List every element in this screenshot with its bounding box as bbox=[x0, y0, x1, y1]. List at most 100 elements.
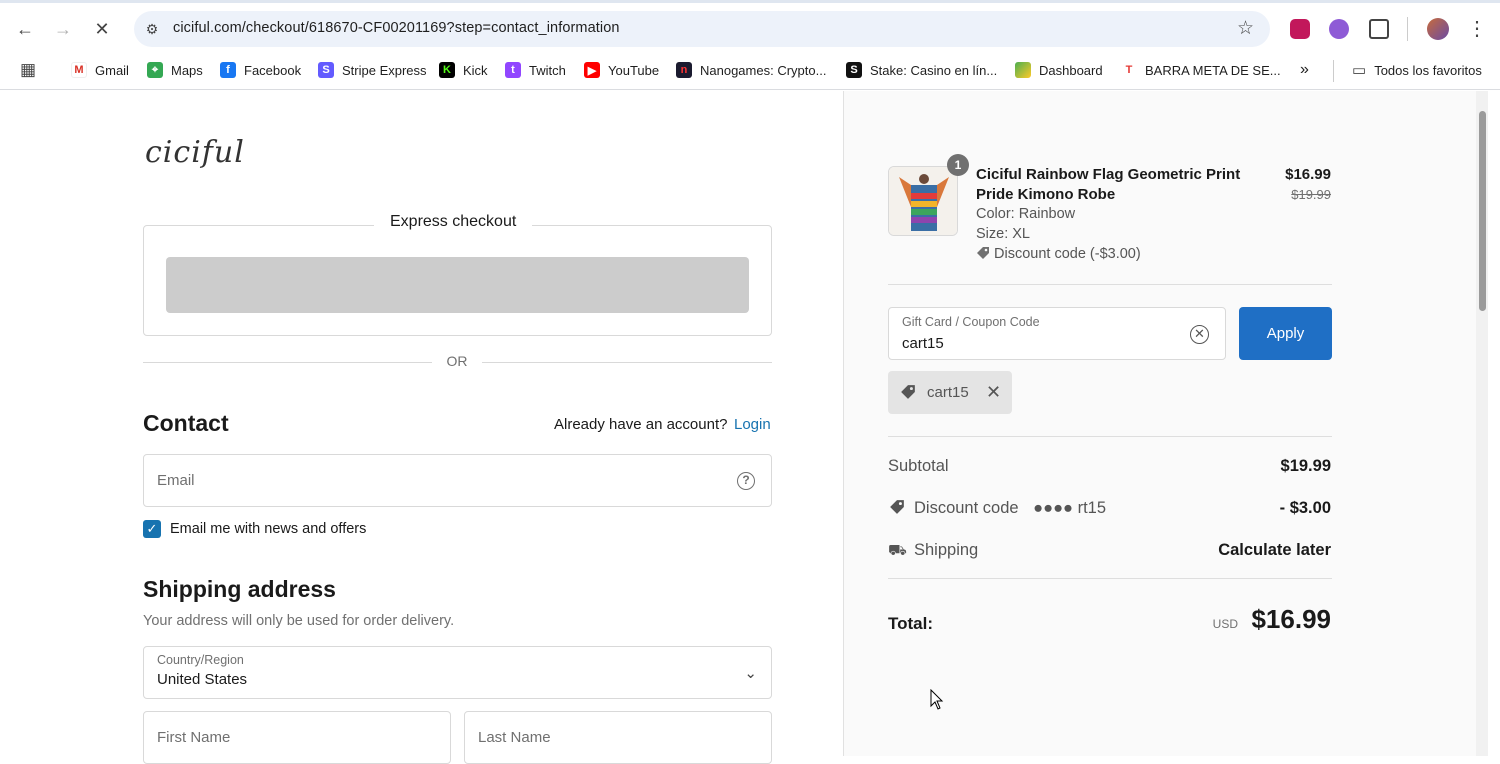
product-compare-price: $19.99 bbox=[1291, 187, 1331, 202]
bookmark-stripe-express[interactable]: S Stripe Express bbox=[318, 60, 427, 80]
tag-icon bbox=[890, 500, 904, 514]
shipping-heading: Shipping address bbox=[143, 576, 336, 602]
stop-loading-icon[interactable]: ✕ bbox=[90, 17, 114, 41]
quantity-badge: 1 bbox=[947, 154, 969, 176]
country-label: Country/Region bbox=[157, 653, 244, 667]
kick-icon: K bbox=[439, 62, 455, 78]
url-text[interactable]: ciciful.com/checkout/618670-CF00201169?s… bbox=[173, 20, 620, 36]
newsletter-label[interactable]: Email me with news and offers bbox=[170, 521, 366, 537]
shipping-label: Shipping bbox=[914, 541, 979, 559]
gmail-icon: M bbox=[71, 62, 87, 78]
address-bar[interactable]: ⚙ ciciful.com/checkout/618670-CF00201169… bbox=[134, 11, 1270, 47]
barra-meta-icon: T bbox=[1121, 62, 1137, 78]
dashboard-icon bbox=[1015, 62, 1031, 78]
total-currency: USD bbox=[1212, 617, 1238, 631]
maps-icon: ⌖ bbox=[147, 62, 163, 78]
divider bbox=[888, 284, 1332, 285]
bookmark-nanogames[interactable]: n Nanogames: Crypto... bbox=[676, 60, 826, 80]
product-color: Color: Rainbow bbox=[976, 206, 1076, 222]
scrollbar[interactable] bbox=[1476, 91, 1488, 756]
subtotal-value: $19.99 bbox=[1280, 457, 1331, 475]
discount-label: Discount code bbox=[914, 499, 1019, 517]
youtube-icon: ▶ bbox=[584, 62, 600, 78]
email-placeholder: Email bbox=[157, 472, 195, 489]
contact-heading: Contact bbox=[143, 410, 229, 436]
forward-icon[interactable]: → bbox=[51, 17, 75, 41]
email-field[interactable]: Email ? bbox=[143, 454, 772, 507]
bookmark-maps[interactable]: ⌖ Maps bbox=[147, 60, 203, 80]
apps-grid-icon[interactable]: ▦ bbox=[20, 60, 36, 80]
product-name: Ciciful Rainbow Flag Geometric Print Pri… bbox=[976, 166, 1241, 203]
product-thumbnail bbox=[888, 166, 958, 236]
shipping-value: Calculate later bbox=[1218, 541, 1331, 559]
stake-icon: S bbox=[846, 62, 862, 78]
coupon-chip-label: cart15 bbox=[927, 384, 969, 401]
shield-extension-icon[interactable] bbox=[1290, 19, 1310, 39]
country-value: United States bbox=[157, 671, 248, 688]
bookmark-kick[interactable]: K Kick bbox=[439, 60, 488, 80]
last-name-placeholder: Last Name bbox=[478, 729, 551, 746]
bookmark-youtube[interactable]: ▶ YouTube bbox=[584, 60, 659, 80]
bookmark-stake[interactable]: S Stake: Casino en lín... bbox=[846, 60, 997, 80]
first-name-field[interactable]: First Name bbox=[143, 711, 451, 764]
country-select[interactable]: Country/Region United States ⌄ bbox=[143, 646, 772, 699]
first-name-placeholder: First Name bbox=[157, 729, 231, 746]
product-size: Size: XL bbox=[976, 226, 1030, 242]
more-bookmarks-icon[interactable]: » bbox=[1300, 60, 1309, 80]
discount-row: Discount code ●●●● rt15 bbox=[888, 499, 1106, 518]
profile-avatar[interactable] bbox=[1427, 18, 1449, 40]
bookmark-dashboard[interactable]: Dashboard bbox=[1015, 60, 1103, 80]
have-account-text: Already have an account? bbox=[554, 416, 728, 433]
coupon-input[interactable]: Gift Card / Coupon Code cart15 ✕ bbox=[888, 307, 1226, 360]
bookmark-star-icon[interactable]: ☆ bbox=[1237, 17, 1254, 40]
bookmark-facebook[interactable]: f Facebook bbox=[220, 60, 301, 80]
tag-icon bbox=[977, 247, 989, 259]
apply-button[interactable]: Apply bbox=[1239, 307, 1332, 360]
clear-icon[interactable]: ✕ bbox=[1190, 325, 1209, 344]
bookmark-barra-meta[interactable]: T BARRA META DE SE... bbox=[1121, 60, 1281, 80]
discount-value: - $3.00 bbox=[1279, 499, 1331, 517]
site-info-icon[interactable]: ⚙ bbox=[142, 19, 162, 39]
product-image bbox=[889, 167, 957, 235]
coupon-value: cart15 bbox=[902, 335, 944, 352]
help-icon[interactable]: ? bbox=[737, 472, 755, 490]
checkout-page: ciciful Express checkout OR Contact Alre… bbox=[0, 91, 1500, 764]
extensions-puzzle-icon[interactable] bbox=[1369, 19, 1389, 39]
bookmark-gmail[interactable]: M Gmail bbox=[71, 60, 129, 80]
all-bookmarks[interactable]: ▭ Todos los favoritos bbox=[1352, 60, 1482, 80]
or-text: OR bbox=[432, 353, 482, 369]
express-checkout-button[interactable] bbox=[166, 257, 749, 313]
bookmark-twitch[interactable]: t Twitch bbox=[505, 60, 566, 80]
bookmarks-divider bbox=[1333, 60, 1334, 82]
mouse-cursor-icon bbox=[930, 689, 944, 710]
total-value: $16.99 bbox=[1251, 604, 1331, 634]
discount-code-masked: ●●●● rt15 bbox=[1033, 499, 1107, 517]
express-checkout-title: Express checkout bbox=[374, 213, 533, 231]
divider bbox=[888, 436, 1332, 437]
divider bbox=[888, 578, 1332, 579]
back-icon[interactable]: ← bbox=[13, 17, 37, 41]
coupon-label: Gift Card / Coupon Code bbox=[902, 315, 1040, 329]
folder-icon: ▭ bbox=[1352, 62, 1367, 79]
toolbar-divider bbox=[1407, 17, 1408, 41]
store-logo[interactable]: ciciful bbox=[145, 135, 245, 170]
total-label: Total: bbox=[888, 614, 934, 633]
nanogames-icon: n bbox=[676, 62, 692, 78]
menu-kebab-icon[interactable]: ⋮ bbox=[1465, 17, 1489, 41]
newsletter-checkbox[interactable]: ✓ bbox=[143, 520, 161, 538]
scrollbar-thumb[interactable] bbox=[1479, 111, 1486, 311]
product-discount: Discount code (-$3.00) bbox=[976, 246, 1141, 262]
shipping-row: ⛟ Shipping bbox=[888, 541, 978, 561]
login-link[interactable]: Login bbox=[734, 416, 771, 433]
tag-icon bbox=[901, 385, 915, 399]
subtotal-label: Subtotal bbox=[888, 457, 949, 475]
product-price: $16.99 bbox=[1285, 166, 1331, 183]
extension-icon[interactable] bbox=[1329, 19, 1349, 39]
facebook-icon: f bbox=[220, 62, 236, 78]
last-name-field[interactable]: Last Name bbox=[464, 711, 772, 764]
remove-coupon-icon[interactable]: ✕ bbox=[986, 382, 1001, 403]
bookmarks-bar: ▦ M Gmail ⌖ Maps f Facebook S Stripe Express… bbox=[0, 52, 1500, 90]
browser-toolbar: ← → ✕ ⚙ ciciful.com/checkout/618670-CF00… bbox=[0, 0, 1500, 52]
stripe-icon: S bbox=[318, 62, 334, 78]
twitch-icon: t bbox=[505, 62, 521, 78]
